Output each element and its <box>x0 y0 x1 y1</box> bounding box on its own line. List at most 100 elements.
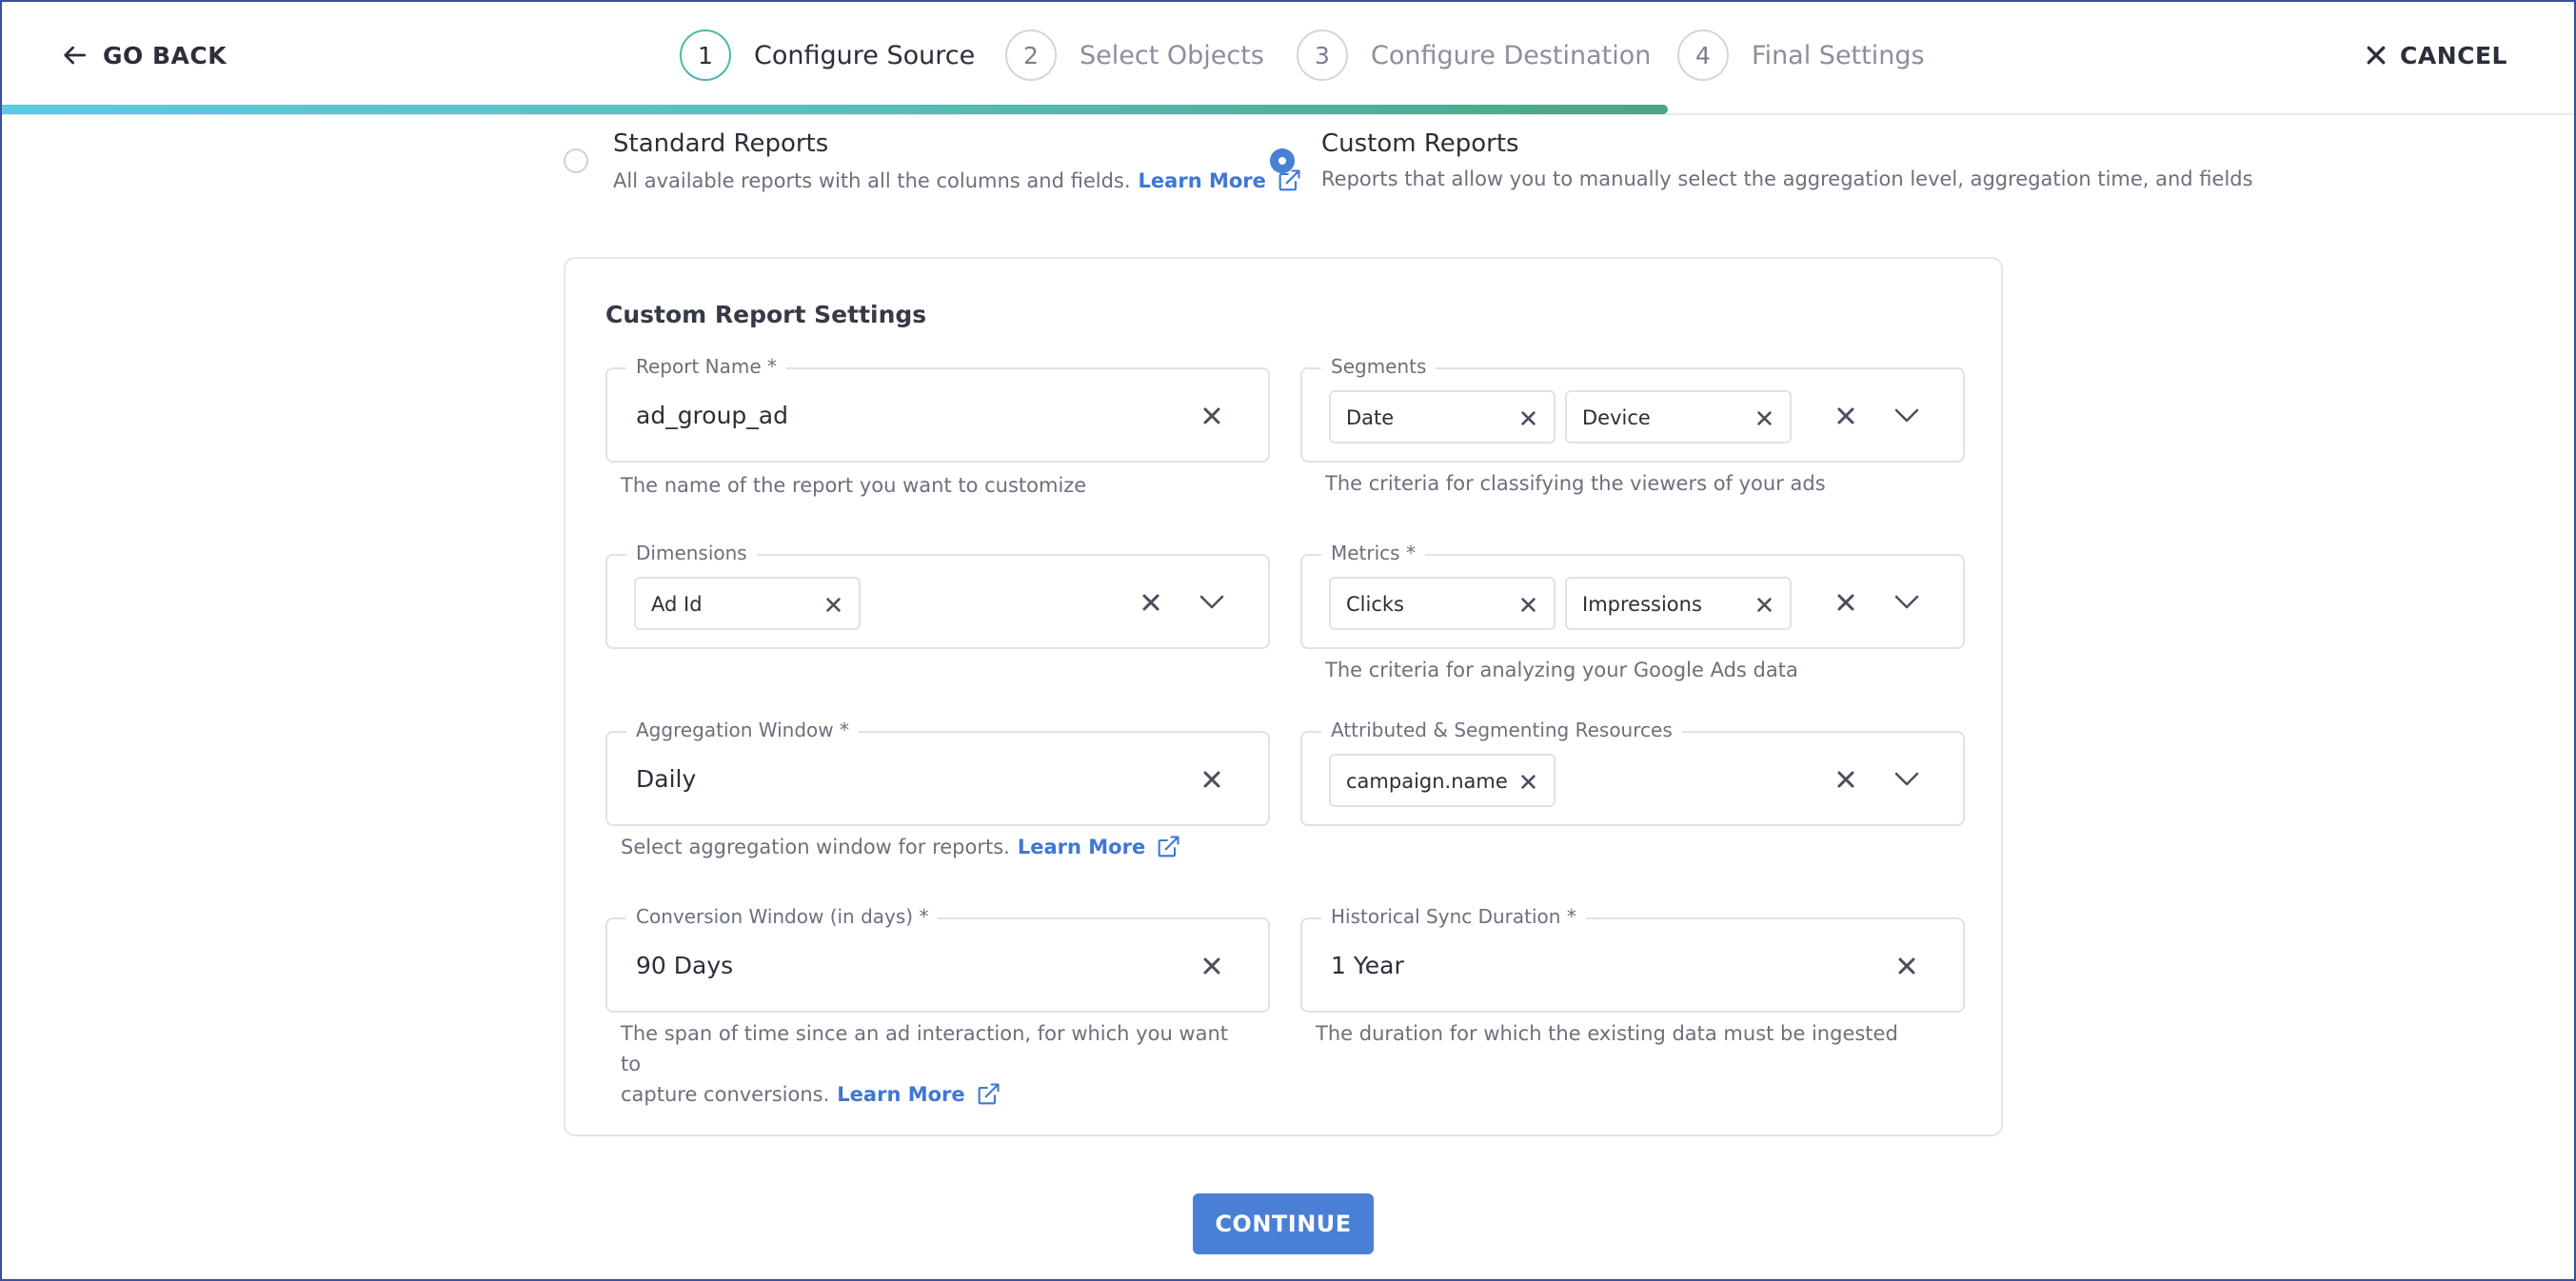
historical-sync-label: Historical Sync Duration * <box>1321 905 1586 928</box>
custom-report-settings-card: Custom Report Settings Report Name * ad_… <box>564 257 2003 1136</box>
report-name-label: Report Name * <box>626 355 787 378</box>
close-icon <box>1520 410 1536 425</box>
dimensions-field[interactable]: Dimensions Ad Id <box>605 542 1270 649</box>
attributed-resources-dropdown-toggle[interactable] <box>1892 765 1921 794</box>
clear-aggregation-window-button[interactable] <box>1198 765 1226 794</box>
report-name-value[interactable]: ad_group_ad <box>636 402 788 429</box>
close-icon <box>1203 957 1220 975</box>
learn-more-label: Learn More <box>837 1083 965 1106</box>
dimension-chip-ad-id: Ad Id <box>634 577 861 630</box>
learn-more-label: Learn More <box>1017 836 1146 858</box>
wizard-header: GO BACK 1 Configure Source 2 Select Obje… <box>0 0 2576 115</box>
attributed-resources-label: Attributed & Segmenting Resources <box>1321 719 1682 741</box>
step-configure-destination[interactable]: 3 Configure Destination <box>1297 30 1652 81</box>
close-icon <box>1837 407 1854 424</box>
close-icon <box>1142 594 1159 611</box>
custom-reports-option[interactable]: Custom Reports Reports that allow you to… <box>1270 129 2253 206</box>
stepper: 1 Configure Source 2 Select Objects 3 Co… <box>0 0 2576 114</box>
report-name-field[interactable]: Report Name * ad_group_ad <box>605 355 1270 463</box>
aggregation-window-hint: Select aggregation window for reports. L… <box>621 832 1181 862</box>
metrics-field[interactable]: Metrics * Clicks Impressions <box>1300 542 1965 649</box>
remove-chip-button[interactable] <box>1517 594 1538 615</box>
aggregation-window-learn-more-link[interactable]: Learn More <box>1018 832 1181 862</box>
historical-sync-field[interactable]: Historical Sync Duration * 1 Year <box>1300 905 1965 1013</box>
chip-label: Clicks <box>1346 593 1404 616</box>
segments-hint: The criteria for classifying the viewers… <box>1325 472 1826 495</box>
conversion-window-value[interactable]: 90 Days <box>636 952 733 979</box>
remove-chip-button[interactable] <box>1754 594 1774 615</box>
step-label: Configure Destination <box>1371 40 1652 70</box>
segments-dropdown-toggle[interactable] <box>1892 402 1921 430</box>
close-icon <box>1520 597 1536 612</box>
remove-chip-button[interactable] <box>822 594 843 615</box>
segment-chip-date: Date <box>1329 390 1556 443</box>
step-select-objects[interactable]: 2 Select Objects <box>1005 30 1264 81</box>
clear-report-name-button[interactable] <box>1198 402 1226 430</box>
aggregation-window-hint-text: Select aggregation window for reports. <box>621 836 1010 858</box>
close-icon <box>825 597 841 612</box>
standard-reports-description-text: All available reports with all the colum… <box>613 169 1131 192</box>
cancel-label: CANCEL <box>2400 41 2507 69</box>
resource-chip-campaign-name: campaign.name <box>1329 754 1556 807</box>
chevron-down-icon <box>1894 408 1919 423</box>
clear-historical-sync-button[interactable] <box>1892 952 1921 980</box>
standard-reports-option[interactable]: Standard Reports All available reports w… <box>562 129 1300 206</box>
step-number: 3 <box>1297 30 1348 81</box>
aggregation-window-field[interactable]: Aggregation Window * Daily <box>605 719 1270 826</box>
conversion-window-learn-more-link[interactable]: Learn More <box>837 1079 1001 1110</box>
step-number: 4 <box>1677 30 1729 81</box>
standard-reports-title: Standard Reports <box>613 129 829 158</box>
remove-chip-button[interactable] <box>1754 407 1774 428</box>
chevron-down-icon <box>1199 595 1224 609</box>
historical-sync-value[interactable]: 1 Year <box>1331 952 1404 979</box>
clear-conversion-window-button[interactable] <box>1198 952 1226 980</box>
clear-dimensions-button[interactable] <box>1137 588 1165 617</box>
standard-reports-description: All available reports with all the colum… <box>613 168 1302 194</box>
conversion-window-field[interactable]: Conversion Window (in days) * 90 Days <box>605 905 1270 1013</box>
step-label: Configure Source <box>754 40 976 70</box>
close-icon <box>2367 46 2386 65</box>
clear-metrics-button[interactable] <box>1832 588 1860 617</box>
custom-reports-description: Reports that allow you to manually selec… <box>1321 168 2253 190</box>
segment-chip-device: Device <box>1565 390 1792 443</box>
conversion-window-hint-line1: The span of time since an ad interaction… <box>621 1022 1229 1075</box>
step-final-settings[interactable]: 4 Final Settings <box>1677 30 1925 81</box>
aggregation-window-value[interactable]: Daily <box>636 765 696 793</box>
historical-sync-hint: The duration for which the existing data… <box>1316 1022 1898 1045</box>
metric-chip-clicks: Clicks <box>1329 577 1556 630</box>
close-icon <box>1898 957 1915 975</box>
attributed-resources-field[interactable]: Attributed & Segmenting Resources campai… <box>1300 719 1965 826</box>
conversion-window-hint: The span of time since an ad interaction… <box>621 1018 1249 1110</box>
remove-chip-button[interactable] <box>1517 407 1538 428</box>
chevron-down-icon <box>1894 595 1919 609</box>
external-link-icon <box>978 1083 1000 1105</box>
dimensions-dropdown-toggle[interactable] <box>1198 588 1226 617</box>
step-label: Select Objects <box>1080 40 1264 70</box>
close-icon <box>1520 774 1536 789</box>
external-link-icon <box>1158 836 1179 857</box>
remove-chip-button[interactable] <box>1517 771 1538 792</box>
step-configure-source[interactable]: 1 Configure Source <box>680 30 976 81</box>
clear-segments-button[interactable] <box>1832 402 1860 430</box>
segments-field[interactable]: Segments Date Device <box>1300 355 1965 463</box>
metrics-label: Metrics * <box>1321 542 1425 564</box>
custom-reports-radio[interactable] <box>1270 148 1295 173</box>
conversion-window-hint-line2: capture conversions. Learn More <box>621 1079 1249 1110</box>
cancel-button[interactable]: CANCEL <box>2366 36 2507 74</box>
continue-button[interactable]: CONTINUE <box>1193 1193 1374 1254</box>
custom-reports-title: Custom Reports <box>1321 129 1519 158</box>
wizard-progress-bar <box>0 105 1668 114</box>
clear-attributed-resources-button[interactable] <box>1832 765 1860 794</box>
close-icon <box>1837 594 1854 611</box>
card-title: Custom Report Settings <box>605 301 927 328</box>
chip-label: campaign.name <box>1346 770 1508 793</box>
metrics-hint: The criteria for analyzing your Google A… <box>1325 659 1798 681</box>
standard-reports-radio[interactable] <box>564 148 588 173</box>
report-name-hint: The name of the report you want to custo… <box>621 474 1087 497</box>
segments-label: Segments <box>1321 355 1437 378</box>
chip-label: Impressions <box>1582 593 1702 616</box>
dimensions-label: Dimensions <box>626 542 757 564</box>
chip-label: Ad Id <box>651 593 703 616</box>
metrics-dropdown-toggle[interactable] <box>1892 588 1921 617</box>
step-number: 1 <box>680 30 731 81</box>
